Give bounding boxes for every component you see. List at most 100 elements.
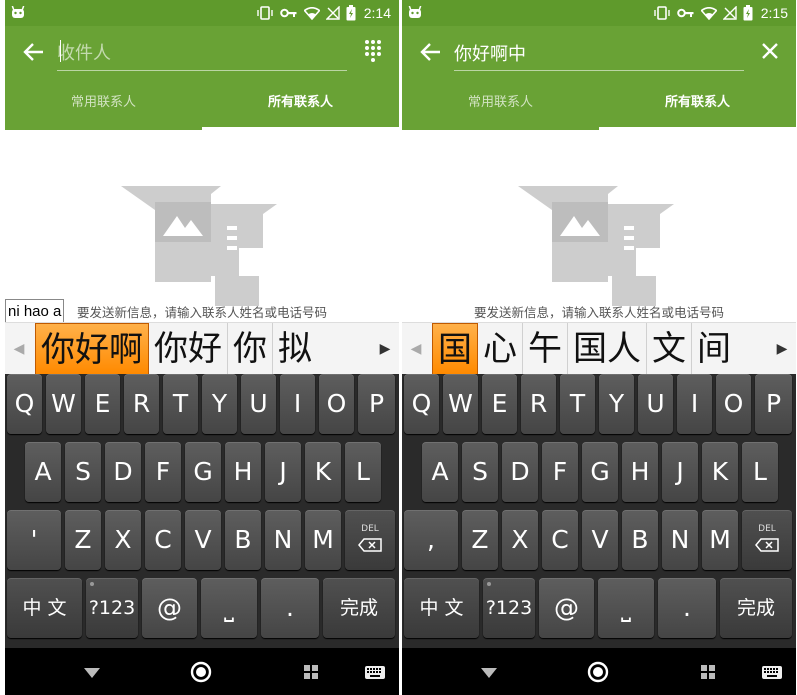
key-j[interactable]: J [662, 442, 698, 502]
key-w[interactable]: W [443, 374, 478, 434]
language-switch-key[interactable]: 中 文 [7, 578, 82, 638]
key-r[interactable]: R [124, 374, 159, 434]
tab-all-contacts[interactable]: 所有联系人 [599, 88, 796, 130]
back-arrow-icon[interactable] [21, 41, 47, 63]
key-c[interactable]: C [145, 510, 181, 570]
period-key[interactable]: . [261, 578, 319, 638]
dialpad-icon[interactable] [361, 39, 385, 63]
done-key[interactable]: 完成 [720, 578, 792, 638]
key-d[interactable]: D [502, 442, 538, 502]
back-nav-icon[interactable] [80, 660, 104, 684]
candidate-word[interactable]: 你好 [149, 323, 228, 375]
candidate-prev-icon[interactable]: ◀ [5, 323, 33, 375]
key-c[interactable]: C [542, 510, 578, 570]
key-o[interactable]: O [716, 374, 751, 434]
home-nav-icon[interactable] [189, 660, 213, 684]
key-s[interactable]: S [462, 442, 498, 502]
key-u[interactable]: U [241, 374, 276, 434]
delete-key[interactable]: DEL [742, 510, 792, 570]
key-v[interactable]: V [185, 510, 221, 570]
at-key[interactable]: @ [539, 578, 594, 638]
key-r[interactable]: R [521, 374, 556, 434]
key-x[interactable]: X [105, 510, 141, 570]
candidate-word[interactable]: 你 [228, 323, 273, 375]
key-q[interactable]: Q [7, 374, 42, 434]
key-x[interactable]: X [502, 510, 538, 570]
key-d[interactable]: D [105, 442, 141, 502]
candidate-word[interactable]: 间 [692, 323, 736, 375]
keyboard-switch-icon[interactable] [363, 660, 387, 684]
close-icon[interactable] [758, 39, 782, 63]
key-w[interactable]: W [46, 374, 81, 434]
key-n[interactable]: N [662, 510, 698, 570]
key-k[interactable]: K [702, 442, 738, 502]
key-e[interactable]: E [85, 374, 120, 434]
key-f[interactable]: F [542, 442, 578, 502]
key-q[interactable]: Q [404, 374, 439, 434]
key-p[interactable]: P [358, 374, 395, 434]
candidate-word[interactable]: 文 [647, 323, 692, 375]
key-z[interactable]: Z [462, 510, 498, 570]
key-u[interactable]: U [638, 374, 673, 434]
key-p[interactable]: P [755, 374, 792, 434]
recipient-input[interactable] [454, 36, 744, 71]
keyboard-switch-icon[interactable] [760, 660, 784, 684]
key-b[interactable]: B [622, 510, 658, 570]
at-key[interactable]: @ [142, 578, 197, 638]
candidate-word[interactable]: 你好啊 [35, 323, 149, 375]
key-v[interactable]: V [582, 510, 618, 570]
key-m[interactable]: M [702, 510, 738, 570]
tab-frequent-contacts[interactable]: 常用联系人 [402, 88, 599, 130]
candidate-word[interactable]: 拟 [273, 323, 317, 375]
space-key[interactable]: ⎵ [201, 578, 257, 638]
key-f[interactable]: F [145, 442, 181, 502]
key-i[interactable]: I [677, 374, 712, 434]
key-t[interactable]: T [560, 374, 595, 434]
back-arrow-icon[interactable] [418, 41, 444, 63]
key-apostrophe[interactable]: ' [7, 510, 61, 570]
key-y[interactable]: Y [599, 374, 634, 434]
recents-nav-icon[interactable] [696, 660, 720, 684]
key-s[interactable]: S [65, 442, 101, 502]
tab-frequent-contacts[interactable]: 常用联系人 [5, 88, 202, 130]
key-comma[interactable]: , [404, 510, 458, 570]
key-a[interactable]: A [25, 442, 61, 502]
home-nav-icon[interactable] [586, 660, 610, 684]
key-t[interactable]: T [163, 374, 198, 434]
key-k[interactable]: K [305, 442, 341, 502]
key-b[interactable]: B [225, 510, 261, 570]
key-h[interactable]: H [225, 442, 261, 502]
candidate-word[interactable]: 午 [523, 323, 568, 375]
delete-key[interactable]: DEL [345, 510, 395, 570]
space-key[interactable]: ⎵ [598, 578, 654, 638]
candidate-word[interactable]: 国 [432, 323, 478, 375]
recents-nav-icon[interactable] [299, 660, 323, 684]
tab-all-contacts[interactable]: 所有联系人 [202, 88, 399, 130]
key-h[interactable]: H [622, 442, 658, 502]
symbols-key[interactable]: ?123 [483, 578, 535, 638]
candidate-word[interactable]: 心 [478, 323, 523, 375]
symbols-key[interactable]: ?123 [86, 578, 138, 638]
done-key[interactable]: 完成 [323, 578, 395, 638]
key-g[interactable]: G [582, 442, 618, 502]
language-switch-key[interactable]: 中 文 [404, 578, 479, 638]
back-nav-icon[interactable] [477, 660, 501, 684]
key-n[interactable]: N [265, 510, 301, 570]
recipient-input[interactable] [57, 36, 347, 71]
candidate-next-icon[interactable]: ▶ [768, 323, 796, 375]
key-l[interactable]: L [345, 442, 381, 502]
key-e[interactable]: E [482, 374, 517, 434]
key-a[interactable]: A [422, 442, 458, 502]
key-i[interactable]: I [280, 374, 315, 434]
key-j[interactable]: J [265, 442, 301, 502]
key-y[interactable]: Y [202, 374, 237, 434]
candidate-word[interactable]: 国人 [568, 323, 647, 375]
key-o[interactable]: O [319, 374, 354, 434]
key-g[interactable]: G [185, 442, 221, 502]
candidate-next-icon[interactable]: ▶ [371, 323, 399, 375]
period-key[interactable]: . [658, 578, 716, 638]
key-l[interactable]: L [742, 442, 778, 502]
key-m[interactable]: M [305, 510, 341, 570]
key-z[interactable]: Z [65, 510, 101, 570]
candidate-prev-icon[interactable]: ◀ [402, 323, 430, 375]
